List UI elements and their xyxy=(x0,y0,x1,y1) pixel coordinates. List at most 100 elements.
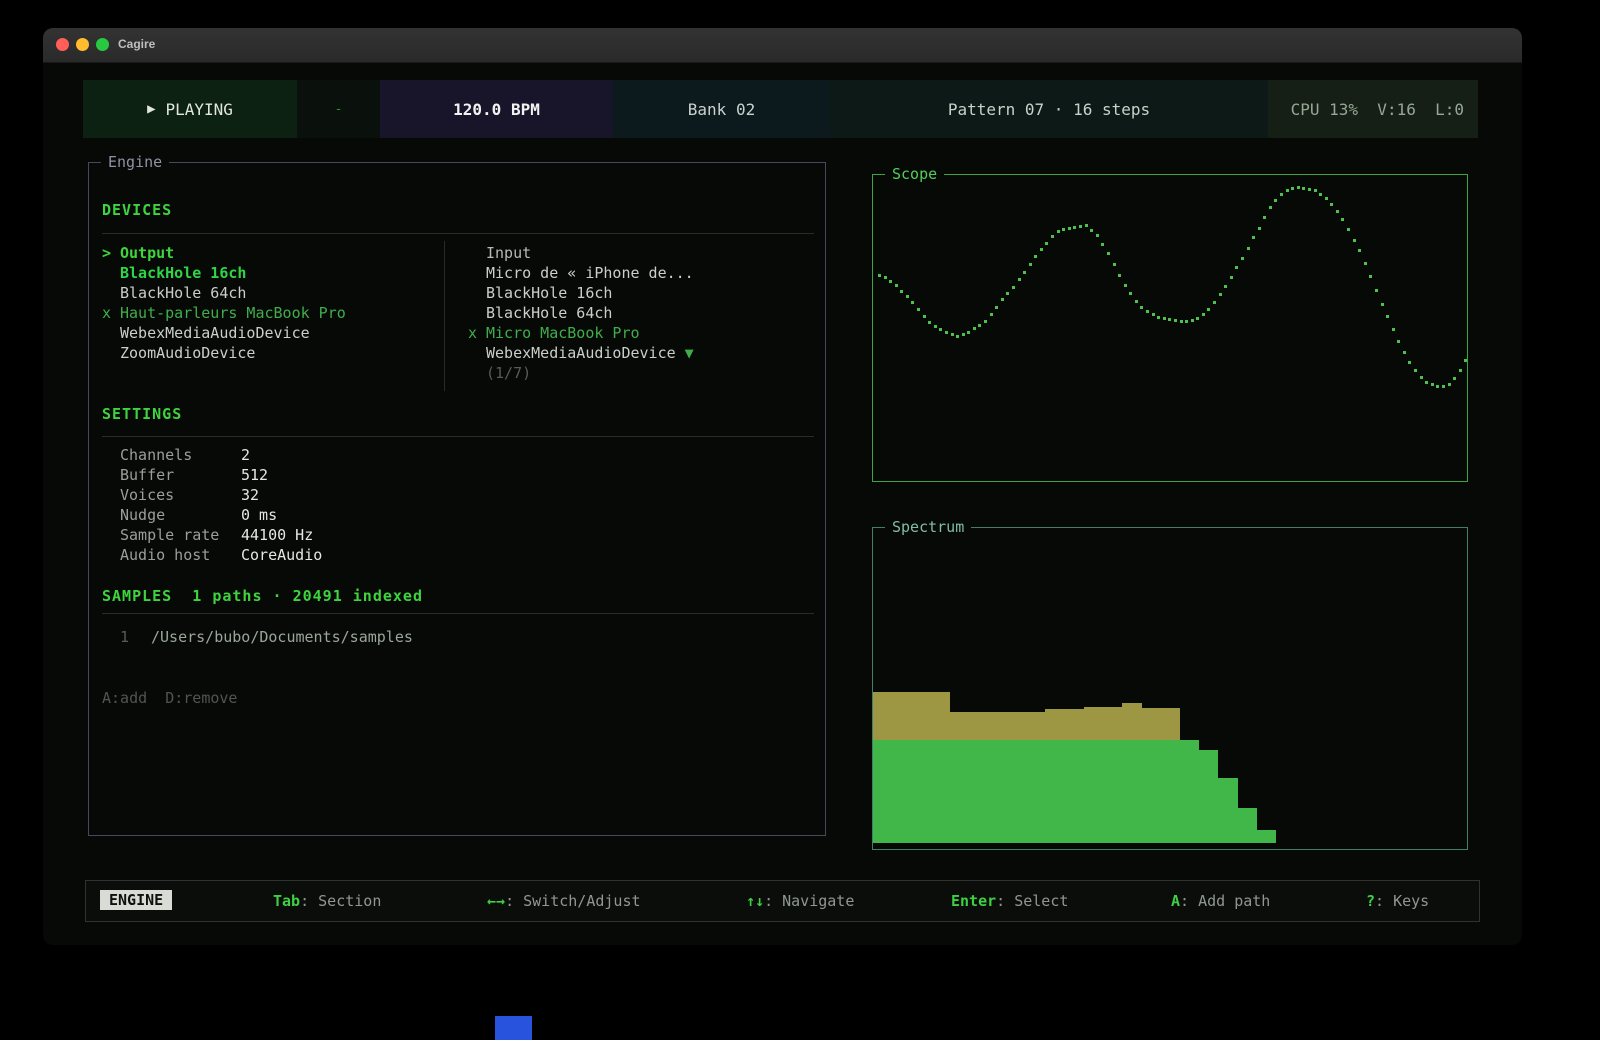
minimize-button[interactable] xyxy=(76,38,89,51)
scope-sample-dot xyxy=(1079,225,1082,228)
device-list-item[interactable]: ZoomAudioDevice xyxy=(120,344,255,362)
spectrum-bar-high xyxy=(1122,703,1142,740)
sample-path-value[interactable]: /Users/bubo/Documents/samples xyxy=(151,628,413,646)
setting-value[interactable]: 32 xyxy=(241,486,259,504)
spectrum-bar-high xyxy=(911,692,931,740)
spectrum-bar-low xyxy=(930,740,950,843)
scope-sample-dot xyxy=(889,280,892,283)
scope-panel: Scope xyxy=(872,174,1468,482)
scope-sample-dot xyxy=(1163,317,1166,320)
scope-sample-dot xyxy=(1286,189,1289,192)
scope-sample-dot xyxy=(934,325,937,328)
spectrum-bar-low xyxy=(969,740,989,843)
scope-sample-dot xyxy=(1152,313,1155,316)
setting-label: Audio host xyxy=(120,546,210,564)
device-list-item[interactable]: Micro MacBook Pro xyxy=(486,324,640,342)
device-list-item[interactable]: BlackHole 64ch xyxy=(486,304,612,322)
key-hint: Tab: Section xyxy=(273,892,381,910)
spectrum-bar-high xyxy=(988,712,1008,740)
scope-sample-dot xyxy=(1336,210,1339,213)
divider xyxy=(102,233,814,234)
spectrum-bar-low xyxy=(1141,740,1161,843)
scope-sample-dot xyxy=(1029,263,1032,266)
scroll-more-icon: ▼ xyxy=(676,344,694,362)
key-hint: ↑↓: Navigate xyxy=(746,892,854,910)
scope-sample-dot xyxy=(1442,385,1445,388)
spectrum-bar-low xyxy=(1218,778,1238,843)
device-list-item[interactable]: Haut-parleurs MacBook Pro xyxy=(120,304,346,322)
setting-value[interactable]: 512 xyxy=(241,466,268,484)
scope-sample-dot xyxy=(1431,383,1434,386)
setting-value[interactable]: 2 xyxy=(241,446,250,464)
scope-sample-dot xyxy=(967,331,970,334)
scope-sample-dot xyxy=(1196,317,1199,320)
device-list-item[interactable]: WebexMediaAudioDevice xyxy=(120,324,310,342)
scope-sample-dot xyxy=(1375,289,1378,292)
setting-label: Channels xyxy=(120,446,192,464)
scope-sample-dot xyxy=(928,321,931,324)
scope-sample-dot xyxy=(1207,308,1210,311)
window-title: Cagire xyxy=(118,37,155,51)
spectrum-bar-high xyxy=(930,692,950,740)
key-hint: ←→: Switch/Adjust xyxy=(487,892,641,910)
scope-sample-dot xyxy=(1425,381,1428,384)
scope-sample-dot xyxy=(939,328,942,331)
spectrum-bar-low xyxy=(950,740,970,843)
engine-panel-label: Engine xyxy=(101,153,169,171)
scope-sample-dot xyxy=(1001,298,1004,301)
device-list-item[interactable]: Micro de « iPhone de... xyxy=(486,264,694,282)
device-list-item[interactable]: BlackHole 16ch xyxy=(120,264,246,282)
scope-sample-dot xyxy=(995,306,998,309)
scope-sample-dot xyxy=(906,295,909,298)
scope-sample-dot xyxy=(1263,216,1266,219)
device-list-item[interactable]: BlackHole 16ch xyxy=(486,284,612,302)
scope-sample-dot xyxy=(1403,351,1406,354)
scope-sample-dot xyxy=(1045,242,1048,245)
scope-waveform xyxy=(873,175,1467,481)
samples-heading: SAMPLES 1 paths · 20491 indexed xyxy=(102,587,423,605)
scope-sample-dot xyxy=(945,331,948,334)
scope-sample-dot xyxy=(1448,383,1451,386)
scope-sample-dot xyxy=(1068,227,1071,230)
scope-sample-dot xyxy=(1012,286,1015,289)
active-device-marker: x xyxy=(102,304,111,322)
key-hint: ?: Keys xyxy=(1366,892,1429,910)
setting-label: Nudge xyxy=(120,506,165,524)
scope-sample-dot xyxy=(1168,318,1171,321)
scope-sample-dot xyxy=(1113,263,1116,266)
setting-value[interactable]: CoreAudio xyxy=(241,546,322,564)
scope-sample-dot xyxy=(1040,248,1043,251)
settings-heading: SETTINGS xyxy=(102,405,182,423)
window-titlebar[interactable]: Cagire xyxy=(43,28,1522,63)
spectrum-bar-low xyxy=(1237,808,1257,843)
scope-sample-dot xyxy=(1364,262,1367,265)
scope-sample-dot xyxy=(1124,284,1127,287)
scope-sample-dot xyxy=(1191,319,1194,322)
keybinding-statusbar: ENGINE Tab: Section←→: Switch/Adjust↑↓: … xyxy=(85,880,1480,922)
spectrum-bar-high xyxy=(873,692,893,740)
bank-display: Bank 02 xyxy=(613,80,830,138)
scope-sample-dot xyxy=(1302,187,1305,190)
selection-cursor: > xyxy=(102,244,111,262)
setting-value[interactable]: 0 ms xyxy=(241,506,277,524)
spectrum-bars xyxy=(873,528,1467,849)
scope-sample-dot xyxy=(1174,319,1177,322)
device-list-item[interactable]: WebexMediaAudioDevice ▼ xyxy=(486,344,694,362)
spectrum-bar-low xyxy=(1256,830,1276,843)
scope-sample-dot xyxy=(1280,193,1283,196)
spectrum-bar-high xyxy=(1141,708,1161,740)
maximize-button[interactable] xyxy=(96,38,109,51)
scope-sample-dot xyxy=(1135,300,1138,303)
spectrum-bar-high xyxy=(950,712,970,740)
close-button[interactable] xyxy=(56,38,69,51)
scope-sample-dot xyxy=(1096,234,1099,237)
scope-sample-dot xyxy=(1235,266,1238,269)
device-list-item[interactable]: BlackHole 64ch xyxy=(120,284,246,302)
spectrum-bar-high xyxy=(1007,712,1027,740)
scope-sample-dot xyxy=(1330,203,1333,206)
setting-value[interactable]: 44100 Hz xyxy=(241,526,313,544)
output-column-header[interactable]: Output xyxy=(120,244,174,262)
scope-sample-dot xyxy=(1034,255,1037,258)
input-column-header[interactable]: Input xyxy=(486,244,531,262)
spectrum-bar-high xyxy=(1045,709,1065,740)
